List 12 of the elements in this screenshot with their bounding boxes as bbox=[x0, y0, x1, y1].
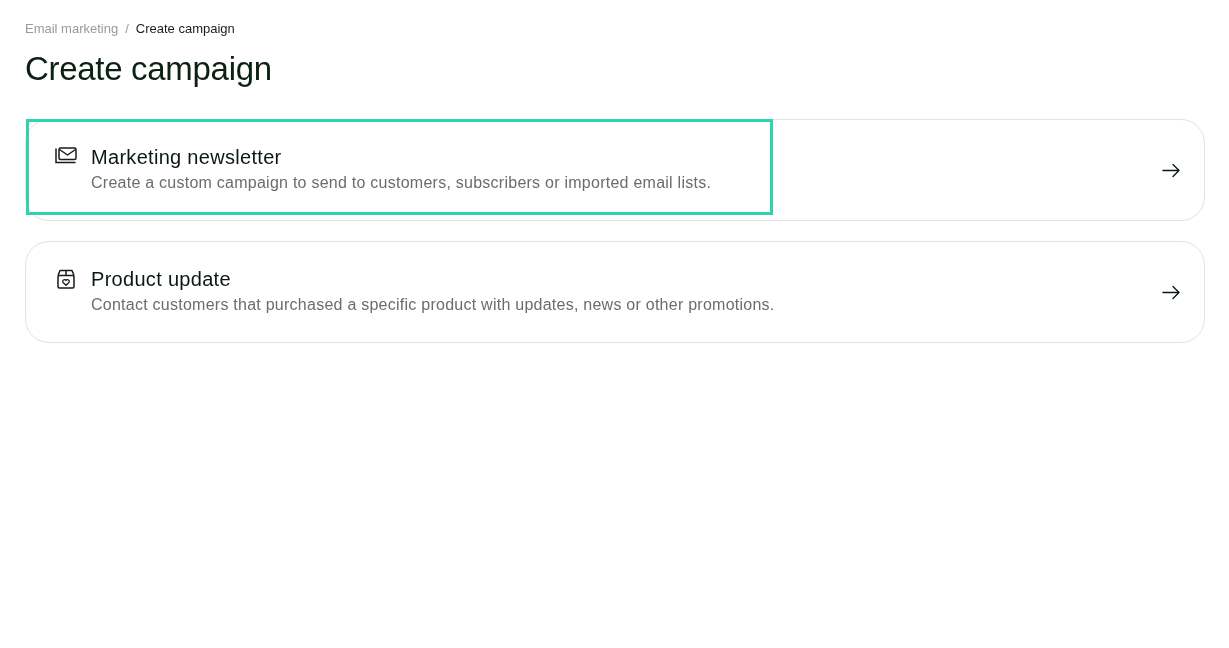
option-title: Product update bbox=[91, 267, 231, 291]
campaign-option-card[interactable]: Product update Contact customers that purchased a specific product with updates, news or other promotions. bbox=[25, 241, 1205, 343]
arrow-right-icon bbox=[1162, 162, 1181, 178]
option-description: Create a custom campaign to send to customers, subscribers or imported email lists. bbox=[91, 173, 712, 193]
page-title: Create campaign bbox=[25, 49, 272, 89]
arrow-right-icon bbox=[1162, 284, 1181, 300]
current-page-name: Create campaign bbox=[135, 21, 235, 36]
box-heart-icon bbox=[54, 269, 78, 289]
option-title: Marketing newsletter bbox=[91, 145, 282, 169]
campaign-option-card[interactable]: Marketing newsletter Create a custom campaign to send to customers, subscribers or imported email lists. bbox=[25, 119, 1205, 221]
option-description: Contact customers that purchased a specific product with updates, news or other promotions. bbox=[91, 295, 775, 315]
breadcrumb-separator: / bbox=[125, 21, 129, 36]
